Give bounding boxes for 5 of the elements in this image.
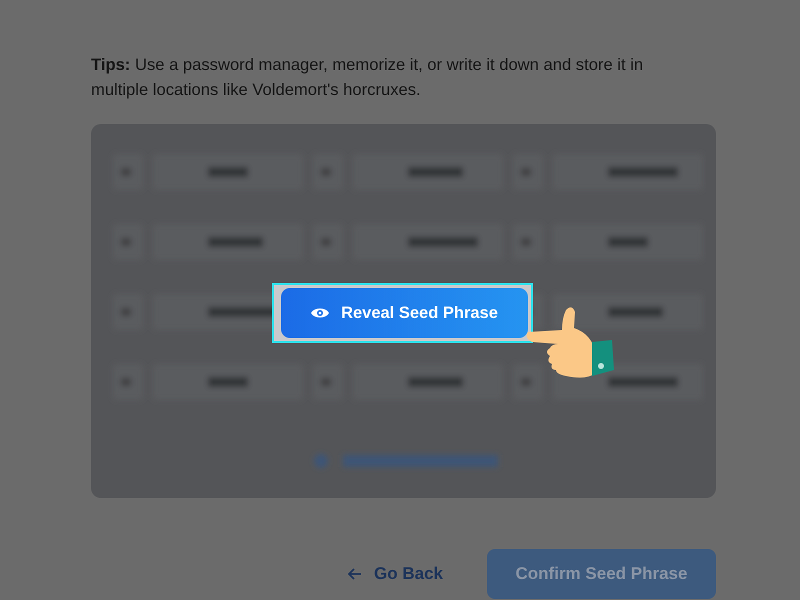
reveal-seed-phrase-button[interactable]: Reveal Seed Phrase: [281, 288, 528, 338]
go-back-link[interactable]: Go Back: [348, 564, 443, 584]
back-arrow-icon: [348, 568, 362, 580]
tips-text: Tips: Use a password manager, memorize it, or write it down and store it in multiple locations like Voldemort's horcruxes.: [91, 54, 644, 101]
eye-icon: [311, 307, 330, 319]
